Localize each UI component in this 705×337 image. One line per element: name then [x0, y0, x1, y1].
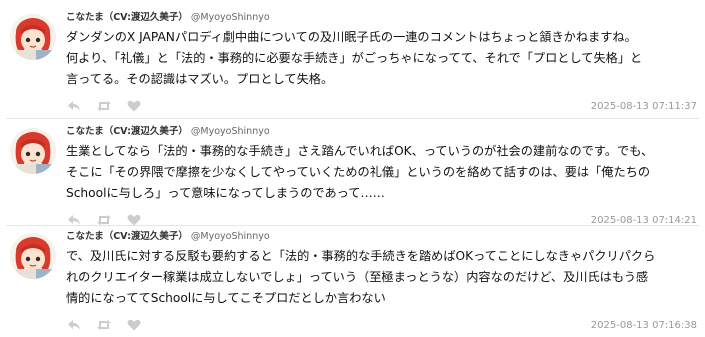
post-header: こなたま（CV:渡辺久美子） @MyoyoShinnyo: [66, 10, 270, 26]
post: こなたま（CV:渡辺久美子） @MyoyoShinnyo ダンダンのX JAPAN…: [0, 6, 705, 118]
heart-icon: [127, 319, 141, 331]
post-text-line: で、及川氏に対する反駁も要約すると「法的・事務的な手続きを踏めばOKってことにし…: [66, 249, 656, 263]
like-button[interactable]: [126, 98, 142, 114]
post-text-line: 何より、「礼儀」と「法的・事務的に必要な手続き」がごっちゃになってて、それで「プ…: [66, 51, 643, 65]
post: こなたま（CV:渡辺久美子） @MyoyoShinnyo で、及川氏に対する反駁も…: [0, 225, 705, 337]
heart-icon: [127, 100, 141, 112]
post-actions: [66, 317, 156, 333]
reply-button[interactable]: [66, 98, 82, 114]
reply-button[interactable]: [66, 317, 82, 333]
post-timestamp[interactable]: 2025-08-13 07:16:38: [591, 320, 697, 331]
post-text: で、及川氏に対する反駁も要約すると「法的・事務的な手続きを踏めばOKってことにし…: [66, 246, 696, 309]
author-handle[interactable]: @MyoyoShinnyo: [191, 12, 270, 23]
post-timestamp[interactable]: 2025-08-13 07:11:37: [591, 101, 697, 112]
post-text-line: 言ってる。その認識はマズい。プロとして失格。: [66, 72, 334, 86]
avatar[interactable]: [10, 14, 56, 60]
post: こなたま（CV:渡辺久美子） @MyoyoShinnyo 生業としてなら「法的・事…: [0, 120, 705, 232]
post-text-line: そこに「その界隈で摩擦を少なくしてやっていくための礼儀」というのを絡めて話すのは…: [66, 165, 651, 179]
post-text: 生業としてなら「法的・事務的な手続き」さえ踏んでいればOK、っていうのが社会の建…: [66, 141, 696, 204]
repost-button[interactable]: [96, 317, 112, 333]
author-handle[interactable]: @MyoyoShinnyo: [191, 126, 270, 137]
post-text-line: ダンダンのX JAPANパロディ劇中曲についての及川眠子氏の一連のコメントはちょ…: [66, 30, 637, 44]
author-display-name[interactable]: こなたま（CV:渡辺久美子）: [66, 126, 188, 137]
repost-icon: [97, 101, 111, 111]
post-text-line: れのクリエイター稼業は成立しないでしょ」っていう（至極まっとうな）内容なのだけど…: [66, 270, 649, 284]
post-text: ダンダンのX JAPANパロディ劇中曲についての及川眠子氏の一連のコメントはちょ…: [66, 27, 696, 90]
post-feed: こなたま（CV:渡辺久美子） @MyoyoShinnyo ダンダンのX JAPAN…: [0, 0, 705, 337]
reply-icon: [68, 320, 80, 330]
post-text-line: Schoolに与しろ」って意味になってしまうのであって……: [66, 186, 385, 200]
author-handle[interactable]: @MyoyoShinnyo: [191, 231, 270, 242]
post-actions: [66, 98, 156, 114]
post-text-line: 生業としてなら「法的・事務的な手続き」さえ踏んでいればOK、っていうのが社会の建…: [66, 144, 654, 158]
divider: [6, 118, 699, 119]
post-header: こなたま（CV:渡辺久美子） @MyoyoShinnyo: [66, 229, 270, 245]
post-header: こなたま（CV:渡辺久美子） @MyoyoShinnyo: [66, 124, 270, 140]
avatar[interactable]: [10, 233, 56, 279]
reply-icon: [68, 101, 80, 111]
repost-button[interactable]: [96, 98, 112, 114]
repost-icon: [97, 320, 111, 330]
like-button[interactable]: [126, 317, 142, 333]
author-display-name[interactable]: こなたま（CV:渡辺久美子）: [66, 12, 188, 23]
avatar[interactable]: [10, 128, 56, 174]
post-text-line: 情的になっててSchoolに与してこそプロだとしか言わない: [66, 291, 386, 305]
author-display-name[interactable]: こなたま（CV:渡辺久美子）: [66, 231, 188, 242]
